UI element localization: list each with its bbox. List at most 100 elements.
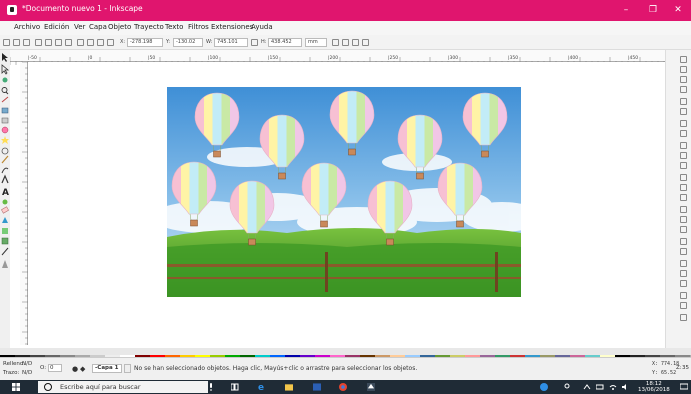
app-tray-icon[interactable] [540, 383, 548, 391]
x-input[interactable]: -278.198 [127, 38, 163, 47]
fill-stroke-icon[interactable] [680, 260, 687, 267]
paint-bucket-tool-icon[interactable] [2, 217, 8, 223]
menu-capa[interactable]: Capa [89, 23, 107, 31]
opacity-input[interactable]: 0 [48, 364, 62, 372]
balloon-illustration[interactable] [167, 87, 521, 297]
minimize-button[interactable]: – [616, 3, 636, 17]
raise-top-icon[interactable] [107, 39, 114, 46]
menu-objeto[interactable]: Objeto [108, 23, 131, 31]
word-icon[interactable] [313, 383, 321, 391]
chevron-up-icon[interactable] [583, 383, 591, 391]
clone-icon[interactable] [680, 216, 687, 223]
selector-tool-icon[interactable] [2, 53, 8, 62]
zoom-page-icon[interactable] [680, 194, 687, 201]
scale-stroke-icon[interactable] [332, 39, 339, 46]
paste-icon[interactable] [680, 162, 687, 169]
zoom-selection-icon[interactable] [680, 174, 687, 181]
gradient-tool-icon[interactable] [2, 228, 8, 234]
unit-select[interactable]: mm [305, 38, 327, 47]
flip-vertical-icon[interactable] [65, 39, 72, 46]
spray-tool-icon[interactable] [2, 199, 8, 205]
import-icon[interactable] [680, 98, 687, 105]
dropper-tool-icon[interactable] [1, 247, 9, 256]
mesh-tool-icon[interactable] [1, 237, 9, 245]
y-input[interactable]: -130.02 [173, 38, 203, 47]
menu-extensiones[interactable]: Extensiones [211, 23, 253, 31]
pencil-tool-icon[interactable] [1, 155, 9, 164]
task-view-icon[interactable] [231, 383, 239, 391]
transform-patterns-icon[interactable] [362, 39, 369, 46]
w-input[interactable]: 745.101 [214, 38, 248, 47]
undo-icon[interactable] [680, 120, 687, 127]
rotate-ccw-icon[interactable] [35, 39, 42, 46]
open-icon[interactable] [680, 66, 687, 73]
select-all-icon[interactable] [3, 39, 10, 46]
duplicate-icon[interactable] [680, 206, 687, 213]
chrome-icon[interactable] [339, 383, 347, 391]
taskbar-clock[interactable]: 18:12 13/06/2018 [638, 381, 670, 393]
deselect-icon[interactable] [23, 39, 30, 46]
color-palette[interactable] [0, 348, 691, 362]
maximize-button[interactable]: ❐ [643, 3, 663, 17]
lower-icon[interactable] [87, 39, 94, 46]
microphone-icon[interactable] [207, 383, 215, 391]
fill-value[interactable]: N/D [22, 361, 32, 367]
xml-editor-icon[interactable] [680, 292, 687, 299]
file-explorer-icon[interactable] [285, 383, 293, 391]
copy-icon[interactable] [680, 142, 687, 149]
h-input[interactable]: 438.452 [268, 38, 302, 47]
windows-start-icon[interactable] [12, 383, 20, 391]
text-tool-icon[interactable]: A [2, 188, 9, 198]
rotate-cw-icon[interactable] [45, 39, 52, 46]
zoom-value[interactable]: 35 [682, 365, 689, 371]
volume-icon[interactable] [622, 383, 630, 391]
pen-tool-icon[interactable] [1, 167, 9, 174]
layers-icon[interactable] [680, 280, 687, 287]
inkscape-taskbar-icon[interactable] [367, 383, 375, 391]
select-all-layers-icon[interactable] [13, 39, 20, 46]
lock-toggle-icon[interactable]: ◆ [80, 365, 85, 373]
spiral-tool-icon[interactable] [1, 147, 9, 155]
scale-radii-icon[interactable] [342, 39, 349, 46]
menu-ver[interactable]: Ver [74, 23, 85, 31]
eraser-tool-icon[interactable] [1, 206, 9, 214]
new-document-icon[interactable] [680, 56, 687, 63]
export-icon[interactable] [680, 108, 687, 115]
cut-icon[interactable] [680, 152, 687, 159]
taskbar-search-box[interactable]: Escribe aquí para buscar [38, 381, 208, 393]
flip-horizontal-icon[interactable] [55, 39, 62, 46]
connector-tool-icon[interactable] [2, 260, 8, 268]
battery-icon[interactable] [596, 383, 604, 391]
menu-ayuda[interactable]: Ayuda [251, 23, 273, 31]
menu-texto[interactable]: Texto [165, 23, 183, 31]
calligraphy-tool-icon[interactable] [1, 174, 9, 184]
ungroup-icon[interactable] [680, 248, 687, 255]
measure-tool-icon[interactable] [1, 96, 9, 103]
node-tool-icon[interactable] [1, 64, 10, 75]
save-icon[interactable] [680, 76, 687, 83]
menu-edicion[interactable]: Edición [44, 23, 69, 31]
star-tool-icon[interactable] [1, 136, 9, 144]
notifications-icon[interactable] [680, 383, 688, 391]
menu-archivo[interactable]: Archivo [14, 23, 40, 31]
edge-browser-icon[interactable]: e [258, 383, 266, 391]
preferences-icon[interactable] [680, 314, 687, 321]
ellipse-tool-icon[interactable] [1, 126, 9, 134]
rectangle-tool-icon[interactable] [1, 107, 9, 114]
lock-ratio-icon[interactable] [251, 39, 258, 46]
people-icon[interactable] [563, 383, 571, 391]
menu-trayecto[interactable]: Trayecto [134, 23, 164, 31]
zoom-drawing-icon[interactable] [680, 184, 687, 191]
wifi-icon[interactable] [609, 383, 617, 391]
raise-icon[interactable] [97, 39, 104, 46]
tweak-tool-icon[interactable] [2, 77, 8, 83]
redo-icon[interactable] [680, 130, 687, 137]
transform-gradients-icon[interactable] [352, 39, 359, 46]
text-font-icon[interactable] [680, 270, 687, 277]
box3d-tool-icon[interactable] [1, 117, 9, 124]
layer-select[interactable]: -Capa 1 [92, 364, 122, 373]
print-icon[interactable] [680, 86, 687, 93]
lower-bottom-icon[interactable] [77, 39, 84, 46]
close-button[interactable]: ✕ [668, 3, 688, 17]
group-icon[interactable] [680, 238, 687, 245]
